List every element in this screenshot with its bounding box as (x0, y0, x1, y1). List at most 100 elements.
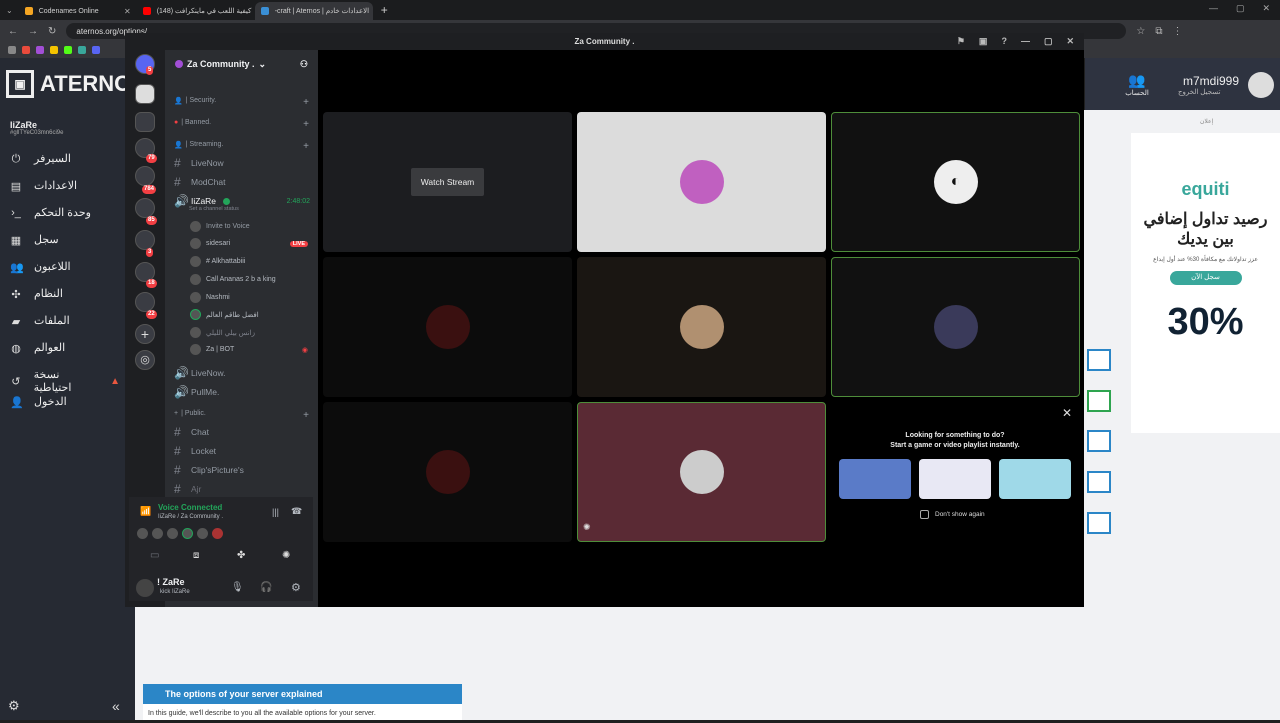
nav-server[interactable]: ⏻ السيرفر (10, 152, 120, 166)
ad-banner[interactable]: equiti رصيد تداول إضافي بين يديك عزز تدا… (1131, 133, 1280, 433)
tab-search-icon[interactable]: ⌄ (0, 6, 19, 15)
settings-gear-icon[interactable]: ⚙ (291, 581, 301, 594)
avatar[interactable] (1248, 72, 1274, 98)
minimize-icon[interactable]: — (1209, 3, 1218, 14)
nav-worlds[interactable]: ◍ العوالم (10, 341, 120, 355)
bookmark-icon[interactable] (92, 46, 100, 54)
bookmark-icon[interactable] (22, 46, 30, 54)
channel-chat[interactable]: # Chat (174, 425, 209, 439)
add-member-icon[interactable]: ⚇ (300, 59, 308, 70)
watch-stream-button[interactable]: Watch Stream (410, 168, 485, 196)
help-icon[interactable]: ? (1001, 36, 1007, 47)
participant-tile[interactable] (323, 257, 572, 397)
participant-tile-speaking[interactable] (577, 402, 826, 542)
nav-options[interactable]: ▤ الاعدادات (10, 179, 120, 193)
maximize-icon[interactable]: ▢ (1236, 3, 1245, 14)
noise-icon[interactable]: ||| (272, 507, 279, 517)
gear-icon[interactable]: ⚙ (8, 698, 20, 714)
avatar[interactable] (212, 528, 223, 539)
bookmark-icon[interactable] (64, 46, 72, 54)
category-banned[interactable]: ● | Banned. + (174, 119, 309, 130)
account-link[interactable]: 👥 الحساب (1122, 72, 1152, 97)
avatar[interactable] (136, 579, 154, 597)
participant-tile[interactable] (577, 257, 826, 397)
inbox-icon[interactable]: ▣ (979, 36, 988, 47)
maximize-icon[interactable]: ▢ (1044, 36, 1053, 47)
server-icon[interactable] (135, 230, 155, 250)
server-icon-za[interactable] (135, 84, 155, 104)
add-channel-icon[interactable]: + (303, 97, 309, 108)
server-icon[interactable] (135, 198, 155, 218)
nav-console[interactable]: ›_ وحدة التحكم (10, 206, 120, 220)
close-icon[interactable]: ✕ (1066, 36, 1074, 47)
avatar[interactable] (137, 528, 148, 539)
invite-to-voice[interactable]: Invite to Voice (190, 221, 250, 232)
category-streaming[interactable]: 👤 | Streaming. + (174, 141, 309, 152)
channel-clips[interactable]: # Clip'sPicture's (174, 463, 244, 477)
dont-show-checkbox[interactable]: Don't show again (920, 510, 985, 519)
add-server-icon[interactable]: + (135, 324, 155, 344)
channel-livenow[interactable]: # LiveNow (174, 156, 224, 170)
voice-user[interactable]: # Alkhattabiii (190, 256, 245, 267)
avatar[interactable] (152, 528, 163, 539)
logout-link[interactable]: تسجيل الخروج (1178, 88, 1220, 96)
camera-icon[interactable]: ▭ (150, 550, 159, 561)
back-icon[interactable]: ← (8, 26, 18, 37)
stream-tile[interactable]: Watch Stream (323, 112, 572, 252)
channel-ajr[interactable]: # Ajr (174, 482, 201, 496)
participant-tile-speaking[interactable]: ◐ (831, 112, 1080, 252)
apps-icon[interactable] (8, 46, 16, 54)
channel-modchat[interactable]: # ModChat (174, 175, 226, 189)
activity-card[interactable] (839, 459, 911, 499)
star-icon[interactable]: ☆ (1136, 26, 1145, 37)
nav-access[interactable]: 👤 الدخول (10, 395, 120, 409)
screen-share-icon[interactable]: ⧈ (193, 550, 199, 561)
tab-aternos[interactable]: -craft | Aternos | الاعدادات خادم ✕ (254, 2, 373, 20)
option-button[interactable] (1087, 349, 1111, 371)
nav-software[interactable]: ✣ النظام (10, 287, 120, 301)
tab-codenames[interactable]: Codenames Online ✕ (19, 2, 137, 20)
avatar[interactable] (197, 528, 208, 539)
collapse-sidebar-icon[interactable]: « (112, 698, 120, 714)
voice-user[interactable]: Call Ananas 2 b a king (190, 274, 276, 285)
close-icon[interactable]: ✕ (1262, 3, 1270, 14)
category-security[interactable]: 👤 | Security. + (174, 97, 309, 108)
channel-locket[interactable]: # Locket (174, 444, 216, 458)
participant-tile[interactable] (577, 112, 826, 252)
headphones-icon[interactable]: 🎧 (260, 582, 272, 593)
add-channel-icon[interactable]: + (303, 410, 309, 421)
option-button[interactable] (1087, 471, 1111, 493)
guide-title[interactable]: The options of your server explained (143, 684, 462, 704)
avatar[interactable] (182, 528, 193, 539)
activity-card[interactable] (999, 459, 1071, 499)
participant-tile-speaking[interactable] (831, 257, 1080, 397)
nav-players[interactable]: 👥 اللاعبون (10, 260, 120, 274)
add-channel-icon[interactable]: + (303, 141, 309, 152)
server-icon[interactable] (135, 166, 155, 186)
voice-user-bot[interactable]: Za | BOT ◉ (190, 344, 308, 355)
discover-icon[interactable]: ◎ (135, 350, 155, 370)
new-tab-button[interactable]: + (373, 3, 396, 17)
activity-card-whiteboard[interactable] (919, 459, 991, 499)
voice-channel-livenow[interactable]: 🔊 LiveNow. (174, 366, 226, 380)
flag-icon[interactable]: ⚑ (957, 36, 965, 47)
voice-user[interactable]: زانس بيلي الليلي (190, 327, 255, 338)
voice-user[interactable]: افضل طاقم العالم (190, 309, 259, 320)
nav-backups[interactable]: ↺ نسخة احتياطية ▲ (10, 368, 120, 394)
minimize-icon[interactable]: — (1021, 36, 1030, 47)
reload-icon[interactable]: ↻ (48, 26, 56, 37)
close-icon[interactable]: ✕ (1062, 406, 1072, 420)
avatar[interactable] (167, 528, 178, 539)
server-icon[interactable] (135, 112, 155, 132)
bookmark-icon[interactable] (78, 46, 86, 54)
option-button[interactable] (1087, 430, 1111, 452)
disconnect-icon[interactable]: ☎ (291, 506, 302, 517)
forward-icon[interactable]: → (28, 26, 38, 37)
category-public[interactable]: + | Public. + (174, 410, 309, 421)
nav-files[interactable]: ▰ الملفات (10, 314, 120, 328)
option-button[interactable] (1087, 512, 1111, 534)
voice-user[interactable]: Nashmi (190, 292, 230, 303)
server-icon[interactable] (135, 292, 155, 312)
voice-user[interactable]: sidesari LIVE (190, 238, 308, 249)
add-channel-icon[interactable]: + (303, 119, 309, 130)
